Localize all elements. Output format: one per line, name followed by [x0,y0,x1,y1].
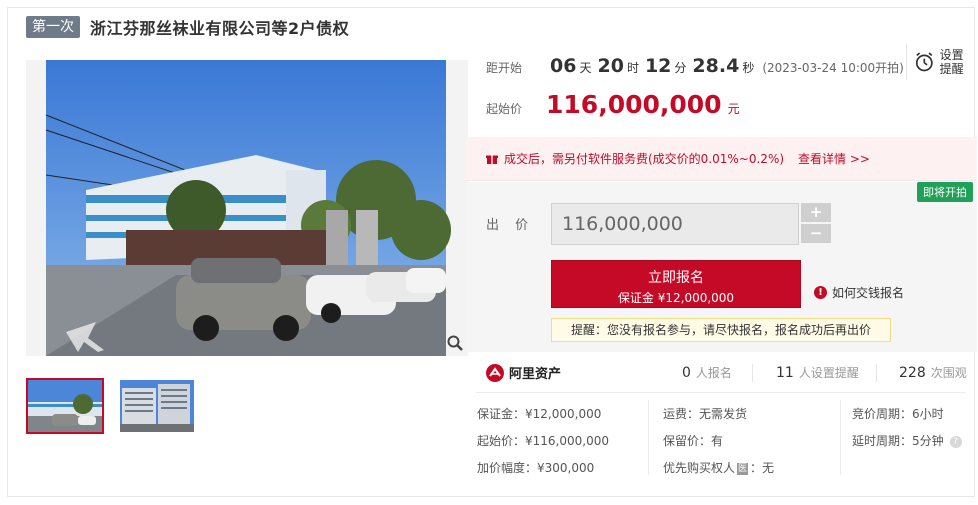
view-count-label: 次围观 [930,366,967,380]
alarm-clock-icon [915,52,933,72]
how-to-pay-label: 如何交钱报名 [832,286,905,300]
countdown-seconds-unit: 秒 [742,61,755,75]
main-photo[interactable] [26,60,468,356]
gift-icon [486,155,498,164]
brand-name: 阿里资产 [509,367,562,382]
signup-count-value: 0 [682,365,691,381]
starting-price-label: 起始价 [486,102,523,116]
reminder-count: 11 人设置提醒 [776,364,859,381]
starting-price: 起始价 116,000,000 元 [486,90,740,124]
extension-value: 延时周期：5分钟 [852,434,944,448]
signup-button[interactable]: 立即报名 保证金 ¥12,000,000 [551,260,801,308]
bid-input[interactable]: 116,000,000 [551,203,799,245]
view-count-value: 228 [899,365,926,381]
bid-label: 出 价 [486,218,535,233]
ali-assets-logo-icon [486,363,504,382]
stat-divider [876,364,877,382]
countdown-minutes: 12 [644,55,672,77]
details-column-divider [840,400,841,475]
countdown-seconds: 28.4 [692,55,740,77]
page-title: 浙江芬那丝袜业有限公司等2户债权 [90,19,350,38]
countdown-label: 距开始 [486,61,523,75]
reminder-count-value: 11 [776,365,794,381]
countdown-hours-unit: 时 [626,61,639,75]
signup-deposit-label: 保证金 ¥12,000,000 [617,291,735,305]
priority-buyer-info: 优先购买权人医：无 [663,459,774,476]
start-price-info: 起始价：¥116,000,000 [477,434,609,448]
bid-cycle-info: 竞价周期：6小时 [852,407,944,421]
details-column-divider [648,400,649,475]
stats-row: 阿里资产 0 人报名 11 人设置提醒 228 次围观 [466,358,977,388]
priority-tag-icon[interactable]: 医 [737,462,749,475]
shipping-info: 运费：无需发货 [663,407,748,421]
title-row: 第一次 浙江芬那丝袜业有限公司等2户债权 [26,15,349,39]
increase-bid-button[interactable]: + [801,203,831,222]
reserve-price-info: 保留价：有 [663,434,724,448]
view-details-link[interactable]: 查看详情 >> [798,150,870,167]
starting-price-value: 116,000,000 [546,90,722,119]
countdown-days-unit: 天 [579,61,592,75]
start-date: (2023-03-24 10:00开拍) [762,61,904,75]
countdown: 距开始 06 天 20 时 12 分 28.4 秒 (2023-03-24 10… [486,55,904,83]
info-icon: ! [814,286,827,299]
decrease-bid-button[interactable]: − [801,224,831,243]
service-fee-text: 成交后，需另付软件服务费(成交价的0.01%~0.2%) [504,152,785,166]
how-to-pay-link[interactable]: ! 如何交钱报名 [814,284,904,301]
thumbnail-2[interactable] [118,378,196,434]
set-reminder-label: 设置提醒 [939,48,964,76]
reminder-count-label: 人设置提醒 [798,366,859,380]
bid-panel: 即将开拍 出 价 116,000,000 + − 立即报名 保证金 ¥12,00… [466,182,977,352]
signup-reminder: 提醒：您没有报名参与，请尽快报名，报名成功后再出价 [551,318,891,342]
countdown-hours: 20 [597,55,624,77]
service-fee-notice: 成交后，需另付软件服务费(成交价的0.01%~0.2%) 查看详情 >> [466,137,977,181]
countdown-minutes-unit: 分 [674,61,687,75]
status-badge: 即将开拍 [917,182,973,202]
deposit-info: 保证金：¥12,000,000 [477,407,602,421]
priority-buyer-value: ：无 [750,461,775,475]
brand: 阿里资产 [486,363,561,382]
increment-info: 加价幅度：¥300,000 [477,461,595,475]
signup-count-label: 人报名 [695,366,732,380]
signup-count: 0 人报名 [682,364,732,381]
thumbnail-1[interactable] [26,378,104,434]
starting-price-unit: 元 [727,102,740,116]
countdown-days: 06 [550,55,577,77]
details-divider [476,392,966,393]
signup-button-label: 立即报名 [648,270,704,286]
auction-round-tag: 第一次 [26,16,80,38]
stat-divider [752,364,753,382]
zoom-icon[interactable] [446,334,464,352]
help-icon[interactable]: ? [949,435,962,448]
extension-info: 延时周期：5分钟? [852,432,962,449]
priority-buyer-label: 优先购买权人 [663,461,736,475]
set-reminder-button[interactable]: 设置提醒 [906,44,966,80]
view-count: 228 次围观 [899,364,967,381]
